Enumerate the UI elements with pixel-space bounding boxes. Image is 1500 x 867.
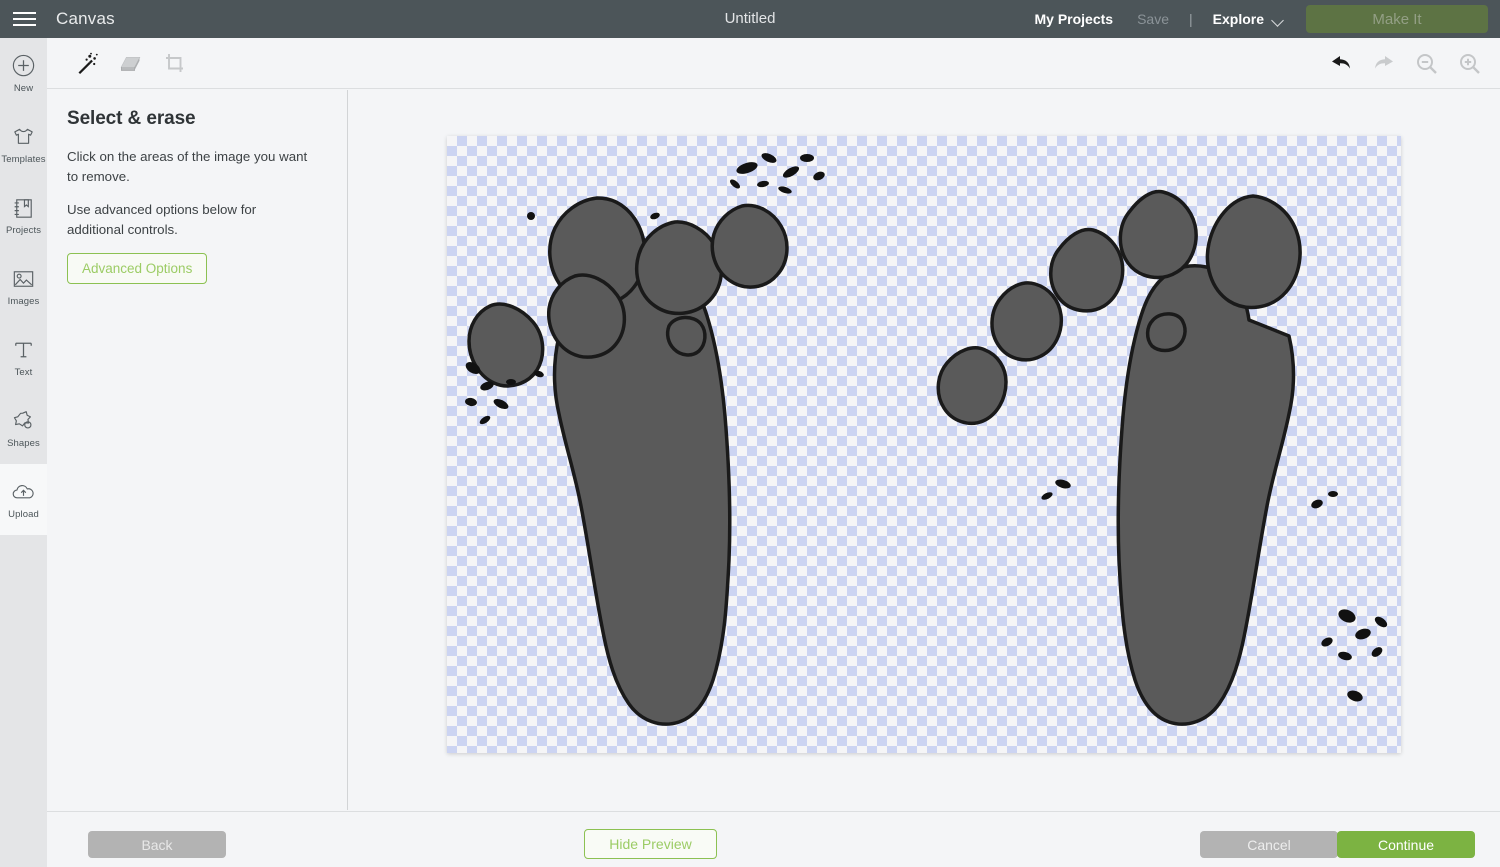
magic-wand-icon (78, 52, 98, 74)
zoom-in-button[interactable] (1453, 47, 1487, 81)
zoom-in-icon (1460, 53, 1480, 74)
cancel-button[interactable]: Cancel (1200, 831, 1338, 858)
sidebar-item-label: Shapes (7, 438, 40, 449)
sidebar-item-templates[interactable]: Templates (0, 109, 47, 180)
eraser-icon (120, 56, 141, 71)
transparency-artboard[interactable] (447, 136, 1401, 753)
sidebar-item-upload[interactable]: Upload (0, 464, 47, 535)
advanced-options-button[interactable]: Advanced Options (67, 253, 208, 284)
magic-wand-tool-button[interactable] (70, 47, 104, 81)
picture-icon (13, 271, 34, 287)
sidebar-item-images[interactable]: Images (0, 251, 47, 322)
editor-toolbar (47, 38, 1500, 89)
sidebar-item-label: Images (7, 296, 40, 307)
crop-icon (166, 53, 183, 72)
app-name: Canvas (56, 9, 115, 28)
tshirt-icon (14, 128, 33, 144)
notebook-icon (14, 199, 32, 218)
my-projects-link[interactable]: My Projects (1022, 11, 1125, 27)
make-it-button[interactable]: Make It (1306, 5, 1488, 33)
panel-instruction-2: Use advanced options below for additiona… (67, 202, 257, 237)
save-button[interactable]: Save (1125, 11, 1181, 27)
top-bar: Canvas Untitled My Projects Save | Explo… (0, 0, 1500, 38)
text-type-icon (15, 342, 32, 358)
sidebar-item-label: Templates (1, 154, 46, 165)
undo-icon (1332, 55, 1350, 69)
back-button[interactable]: Back (88, 831, 226, 858)
redo-icon (1375, 55, 1393, 69)
hamburger-menu-icon[interactable] (0, 0, 48, 38)
sidebar-item-shapes[interactable]: Shapes (0, 393, 47, 464)
hide-preview-button[interactable]: Hide Preview (584, 829, 717, 859)
canvas-area[interactable] (349, 90, 1500, 810)
sidebar-item-label: Projects (5, 225, 42, 236)
two-footprints-silhouette[interactable] (447, 136, 1401, 753)
explore-dropdown[interactable]: Explore (1201, 11, 1296, 27)
toolbar-right-group (1324, 38, 1487, 89)
explore-label: Explore (1212, 11, 1264, 27)
top-bar-right-group: My Projects Save | Explore Make It (1022, 0, 1500, 38)
sidebar-item-text[interactable]: Text (0, 322, 47, 393)
star-shape-icon (13, 411, 32, 429)
bottom-action-bar: Back Hide Preview Cancel Continue (47, 811, 1500, 867)
zoom-out-button[interactable] (1410, 47, 1444, 81)
zoom-out-icon (1417, 53, 1437, 74)
sidebar-item-projects[interactable]: Projects (0, 180, 47, 251)
tool-options-panel: Select & erase Click on the areas of the… (47, 90, 348, 810)
cloud-upload-icon (12, 485, 34, 499)
redo-button[interactable] (1367, 47, 1401, 81)
sidebar-item-label: Upload (8, 509, 39, 520)
crop-tool-button[interactable] (158, 47, 192, 81)
toolbar-left-group (70, 38, 192, 89)
sidebar-item-label: Text (14, 367, 33, 378)
continue-button[interactable]: Continue (1337, 831, 1475, 858)
left-sidebar: New Templates Projects Images Text Shape… (0, 38, 47, 867)
chevron-down-icon (1273, 16, 1284, 23)
sidebar-item-new[interactable]: New (0, 38, 47, 109)
sidebar-item-label: New (13, 83, 34, 94)
undo-button[interactable] (1324, 47, 1358, 81)
panel-instruction-1: Click on the areas of the image you want… (67, 149, 308, 184)
eraser-tool-button[interactable] (114, 47, 148, 81)
page-title: Select & erase (67, 108, 196, 129)
plus-circle-icon (12, 54, 35, 77)
toolbar-separator: | (1189, 11, 1193, 27)
